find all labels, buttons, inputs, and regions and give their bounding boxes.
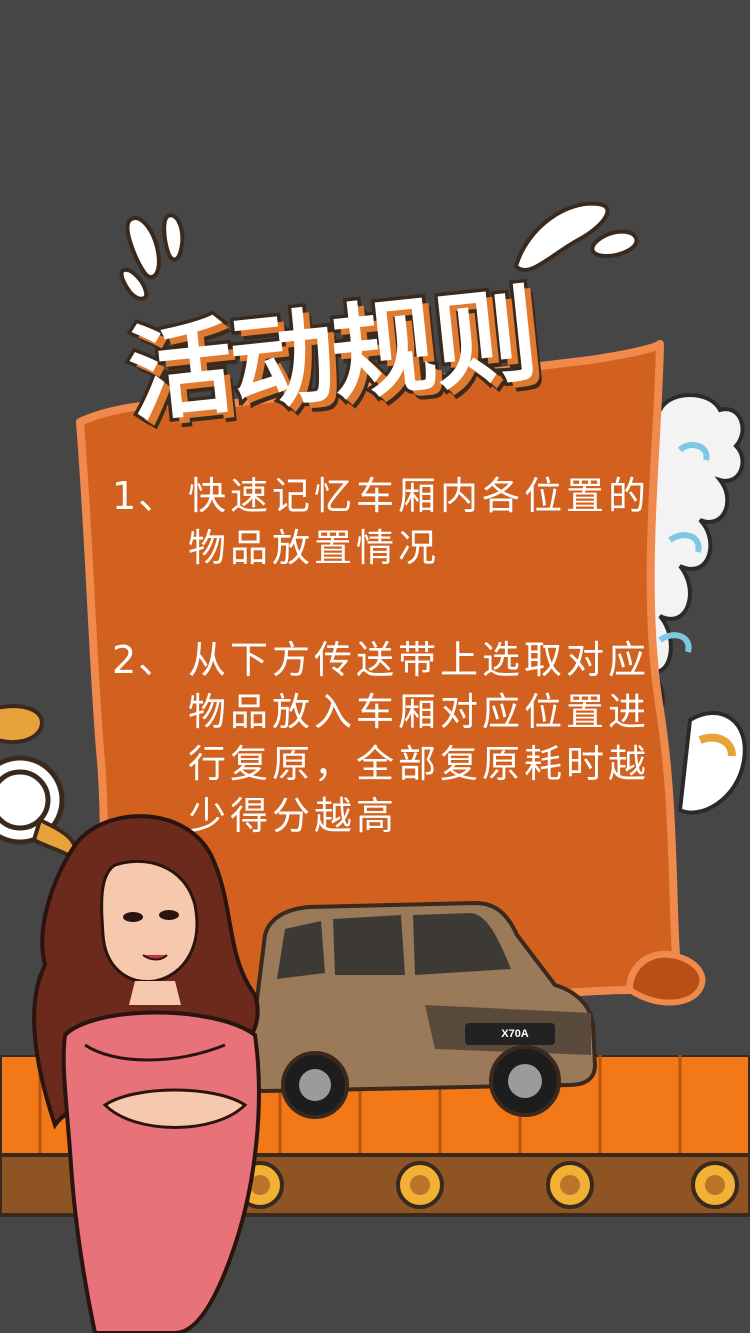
rule-item-1: 1、 快速记忆车厢内各位置的物品放置情况	[112, 470, 652, 574]
rule-number: 1、	[112, 474, 179, 518]
woman-character-illustration	[32, 814, 261, 1333]
car-badge: X70A	[501, 1028, 529, 1040]
rule-text: 快速记忆车厢内各位置的物品放置情况	[188, 474, 651, 570]
splash-icon-left	[119, 213, 185, 301]
